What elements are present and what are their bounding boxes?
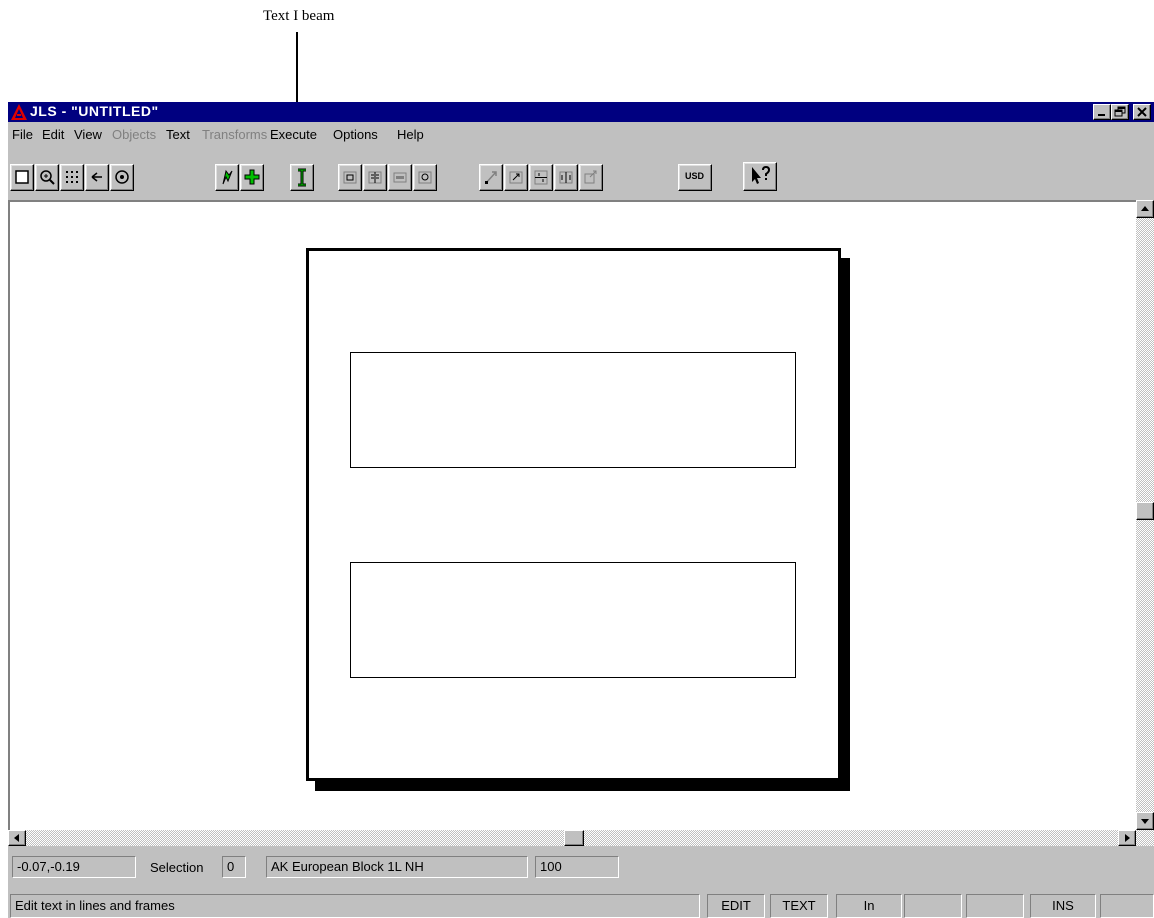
mode-text-indicator: TEXT (770, 894, 828, 918)
horizontal-scrollbar[interactable] (8, 830, 1136, 846)
scroll-up-button[interactable] (1136, 200, 1154, 218)
zoom-button[interactable] (35, 164, 59, 191)
frame-tool-1-button[interactable] (338, 164, 362, 191)
menu-execute[interactable]: Execute (270, 127, 317, 142)
help-pointer-icon (752, 165, 771, 184)
rotate-icon (584, 170, 597, 184)
selection-label: Selection (150, 860, 204, 875)
scroll-right-button[interactable] (1118, 830, 1136, 846)
transform-5-button[interactable] (579, 164, 603, 191)
status-empty-1 (904, 894, 962, 918)
select-frame-button[interactable] (10, 164, 34, 191)
close-button[interactable] (1133, 104, 1151, 120)
image-frame-icon (418, 171, 432, 184)
annotation-label: Text I beam (263, 8, 335, 24)
magnifier-icon (40, 170, 55, 185)
add-object-button[interactable] (240, 164, 264, 191)
frame-text-icon (343, 171, 357, 184)
app-logo-icon (11, 104, 27, 120)
text-ibeam-icon (298, 168, 306, 187)
frame-tool-2-button[interactable] (363, 164, 387, 191)
frame-tool-4-button[interactable] (413, 164, 437, 191)
vertical-scroll-thumb[interactable] (1136, 502, 1154, 520)
preview-button[interactable] (110, 164, 134, 191)
menu-objects[interactable]: Objects (112, 127, 156, 142)
grid-button[interactable] (60, 164, 84, 191)
insert-mode-indicator: INS (1030, 894, 1096, 918)
menu-text[interactable]: Text (166, 127, 190, 142)
status-bar-bottom: Edit text in lines and frames EDIT TEXT … (8, 890, 1154, 918)
text-frame-bottom[interactable] (350, 562, 796, 678)
status-bar-top: -0.07,-0.19 Selection 0 AK European Bloc… (8, 852, 1154, 880)
flip-horizontal-icon (559, 171, 573, 184)
restore-icon (1114, 106, 1126, 117)
text-ibeam-button[interactable] (290, 164, 314, 191)
status-empty-3 (1100, 894, 1154, 918)
menu-edit[interactable]: Edit (42, 127, 64, 142)
usd-button[interactable]: USD (678, 164, 712, 191)
grid-dots-icon (66, 171, 78, 183)
arrow-left-icon (91, 172, 102, 182)
frame-icon (15, 170, 29, 184)
scroll-left-button[interactable] (8, 830, 26, 846)
arrow-down-icon (1141, 819, 1149, 824)
minimize-icon (1098, 114, 1105, 116)
document-page[interactable] (306, 248, 841, 781)
status-message: Edit text in lines and frames (10, 894, 700, 918)
usd-label: USD (685, 171, 705, 181)
context-help-button[interactable] (743, 162, 777, 191)
restore-button[interactable] (1111, 104, 1129, 120)
close-icon (1137, 107, 1147, 117)
units-indicator: In (836, 894, 902, 918)
columns-icon (368, 171, 382, 184)
green-plus-icon (244, 169, 260, 185)
scroll-down-button[interactable] (1136, 812, 1154, 830)
transform-4-button[interactable] (554, 164, 578, 191)
title-bar[interactable]: JLS - "UNTITLED" (8, 102, 1154, 122)
arrow-left-icon (14, 834, 19, 842)
menu-options[interactable]: Options (333, 127, 378, 142)
font-name-field[interactable]: AK European Block 1L NH (266, 856, 528, 878)
graphic-frame-icon (393, 172, 407, 183)
frame-tool-3-button[interactable] (388, 164, 412, 191)
transform-1-button[interactable] (479, 164, 503, 191)
font-size-field[interactable]: 100 (535, 856, 619, 878)
eye-icon (115, 170, 129, 184)
menu-bar: File Edit View Objects Text Transforms E… (8, 124, 1154, 144)
menu-file[interactable]: File (12, 127, 33, 142)
horizontal-scroll-thumb[interactable] (564, 830, 584, 846)
back-button[interactable] (85, 164, 109, 191)
text-frame-top[interactable] (350, 352, 796, 468)
flip-vertical-icon (534, 170, 548, 185)
selection-count: 0 (222, 856, 246, 878)
green-pointer-icon (222, 169, 233, 185)
coordinates-readout: -0.07,-0.19 (12, 856, 136, 878)
menu-help[interactable]: Help (397, 127, 424, 142)
vertical-scrollbar[interactable] (1136, 200, 1154, 846)
transform-3-button[interactable] (529, 164, 553, 191)
pointer-tool-button[interactable] (215, 164, 239, 191)
arrow-up-icon (1141, 206, 1149, 211)
menu-view[interactable]: View (74, 127, 102, 142)
status-empty-2 (966, 894, 1024, 918)
menu-transforms[interactable]: Transforms (202, 127, 267, 142)
arrow-right-icon (1125, 834, 1130, 842)
mode-edit-indicator: EDIT (707, 894, 765, 918)
scale-box-icon (509, 171, 523, 184)
minimize-button[interactable] (1093, 104, 1111, 120)
resize-arrow-icon (485, 171, 497, 184)
window-title: JLS - "UNTITLED" (30, 103, 159, 119)
transform-2-button[interactable] (504, 164, 528, 191)
